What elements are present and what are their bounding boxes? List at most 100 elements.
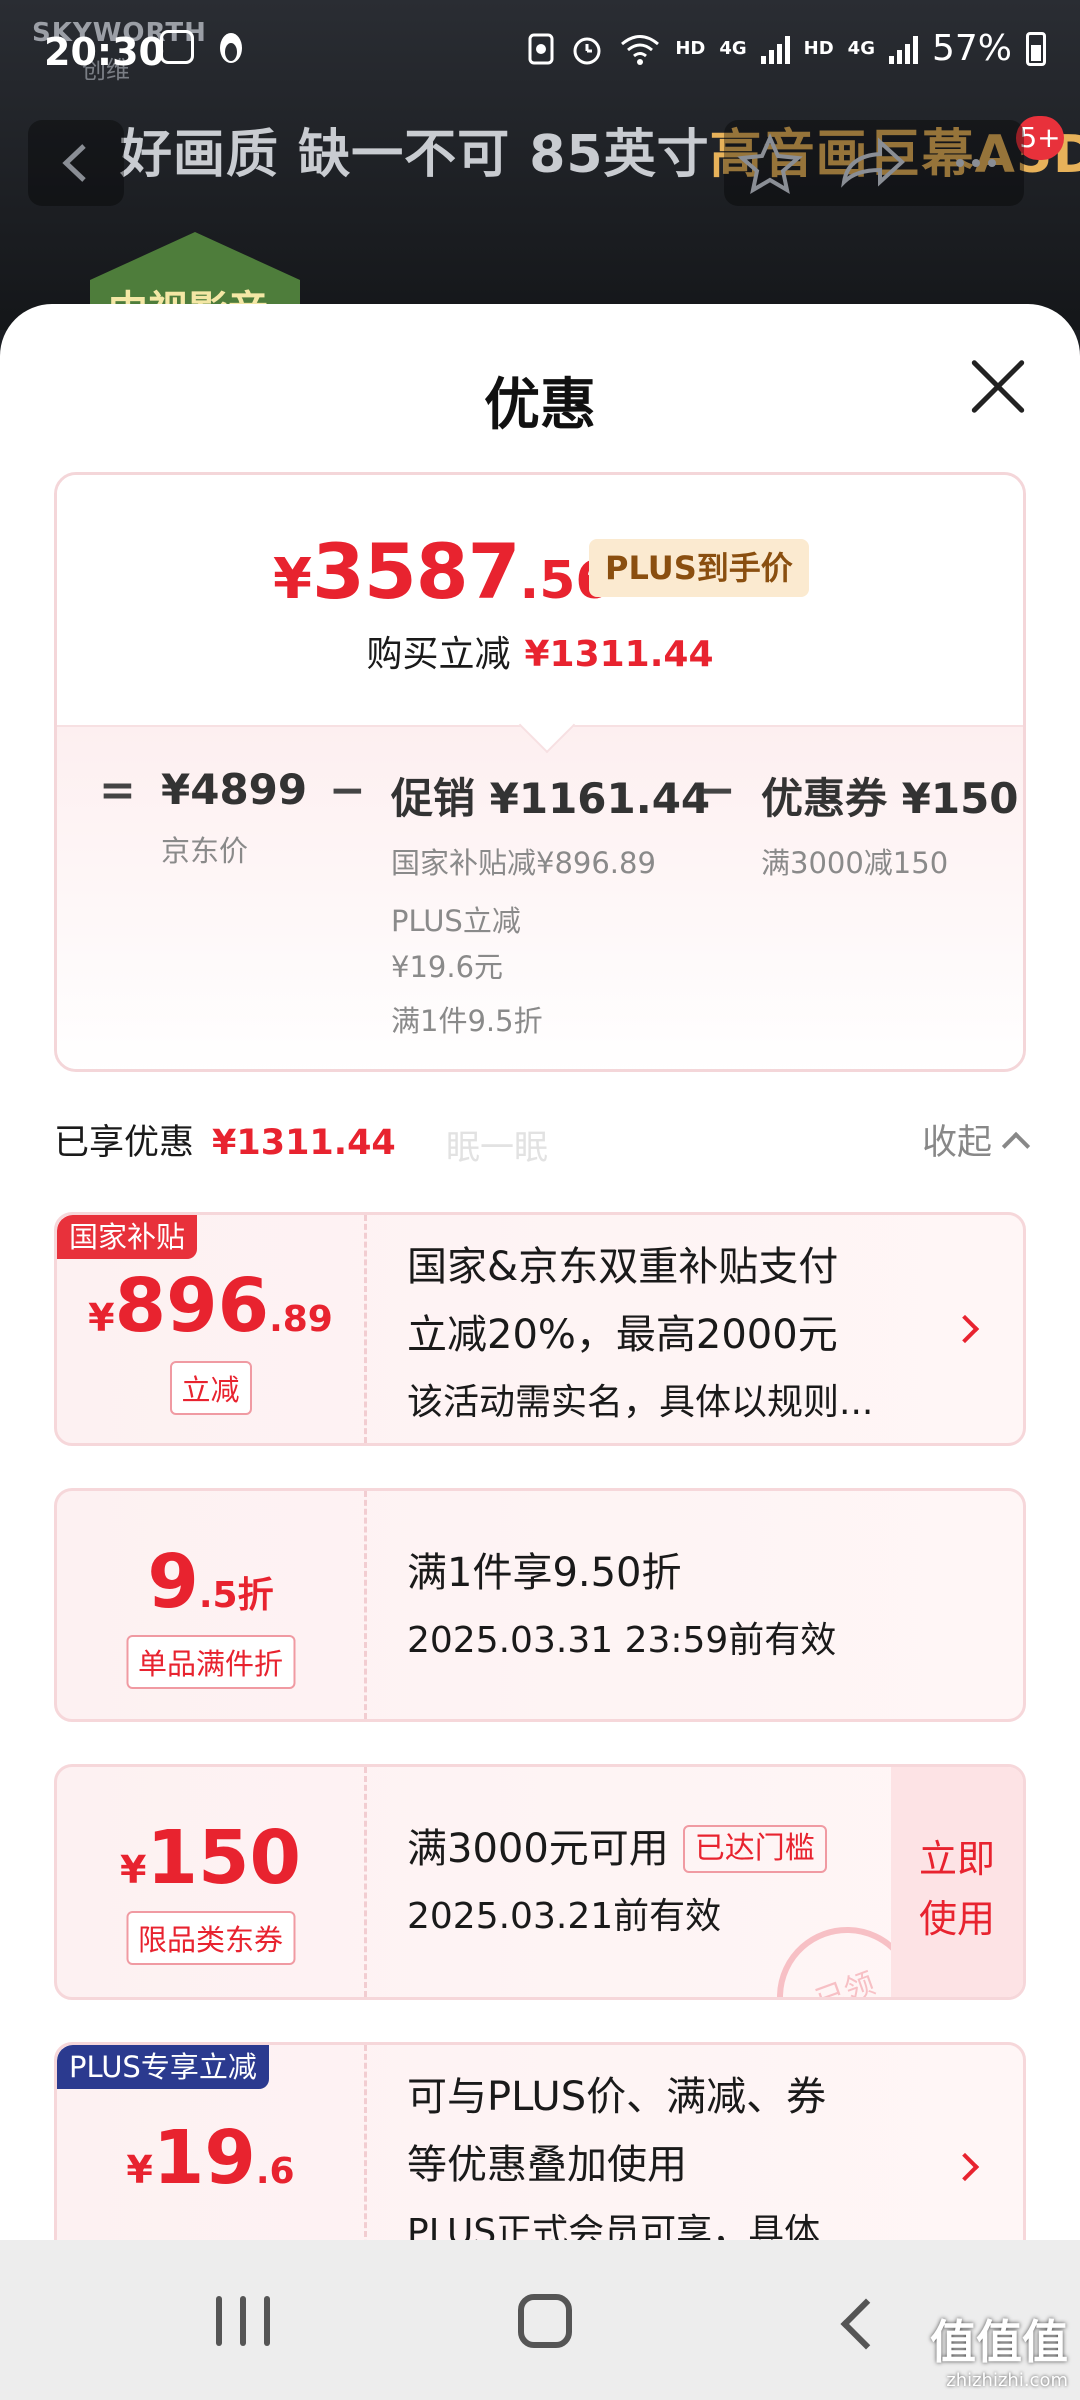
coupon150-description: 满3000元可用 已达门槛 2025.03.21前有效 xyxy=(407,1815,827,1951)
subsidy-decimal: .89 xyxy=(269,1299,333,1340)
use-now-button[interactable]: 立即 使用 xyxy=(891,1767,1023,1997)
discount-amount-area: 9.5折 单品满件折 xyxy=(57,1491,367,1719)
coupon150-amount: ¥150 xyxy=(57,1815,364,1901)
coupon-national-subsidy[interactable]: 国家补贴 ¥896.89 立减 国家&京东双重补贴支付 立减20%，最高2000… xyxy=(54,1212,1026,1446)
discount-description: 满1件享9.50折 2025.03.31 23:59前有效 xyxy=(407,1539,836,1675)
discount-line-1: 满1件享9.50折 xyxy=(407,1550,682,1596)
4g-label-2: 4G xyxy=(847,38,875,59)
jd-price-label: 京东价 xyxy=(161,834,249,868)
promo-detail-plus-amount: ¥19.6元 xyxy=(391,950,504,984)
share-icon[interactable] xyxy=(841,137,905,188)
plus-decimal: .6 xyxy=(255,2151,295,2192)
promo-detail-subsidy: 国家补贴减¥896.89 xyxy=(391,846,656,880)
app-notification-icon xyxy=(160,30,194,64)
coupon-col: 优惠券 ¥150 满3000减150 xyxy=(761,765,1019,886)
jd-price-col: ¥4899 京东价 xyxy=(161,765,307,874)
reduce-label: 购买立减 xyxy=(366,634,511,675)
coupon-amount-area: 国家补贴 ¥896.89 立减 xyxy=(57,1215,367,1443)
header-actions xyxy=(724,120,1024,206)
plus-amount-area: PLUS专享立减 ¥19.6 xyxy=(57,2045,367,2240)
plus-description: 可与PLUS价、满减、券 等优惠叠加使用 PLUS正式会员可享，具体 xyxy=(407,2063,826,2240)
coupon150-line-1: 满3000元可用 已达门槛 xyxy=(407,1815,827,1883)
plus-corner-tag: PLUS专享立减 xyxy=(57,2045,269,2089)
promo-detail-discount: 满1件9.5折 xyxy=(391,1004,543,1038)
enjoyed-discount: 已享优惠 ¥1311.44 xyxy=(54,1114,396,1165)
promo-col: 促销 ¥1161.44 国家补贴减¥896.89 PLUS立减 ¥19.6元 满… xyxy=(391,765,710,1044)
close-icon[interactable] xyxy=(968,356,1028,416)
coupon-item-discount[interactable]: 9.5折 单品满件折 满1件享9.50折 2025.03.31 23:59前有效 xyxy=(54,1488,1026,1722)
discount-integer: 9 xyxy=(147,1539,199,1625)
notification-icons xyxy=(160,30,248,66)
enjoyed-amount: ¥1311.44 xyxy=(212,1123,396,1163)
threshold-met-tag: 已达门槛 xyxy=(682,1825,827,1873)
recent-apps-icon[interactable] xyxy=(216,2296,270,2346)
watermark-text: 眠一眠 xyxy=(446,1128,548,1168)
plus-amount: ¥19.6 xyxy=(57,2115,364,2201)
minus-sign-2: − xyxy=(699,765,736,816)
plus-currency: ¥ xyxy=(126,2148,153,2192)
battery-icon xyxy=(1026,31,1046,66)
coupon150-tag: 限品类东券 xyxy=(125,1911,296,1965)
use-now-line-1: 立即 xyxy=(918,1837,995,1881)
back-icon[interactable] xyxy=(840,2298,892,2350)
discount-decimal: .5 xyxy=(198,1575,238,1616)
plus-line-1: 可与PLUS价、满减、券 xyxy=(407,2074,827,2120)
jd-price: ¥4899 xyxy=(161,765,308,814)
4g-label-1: 4G xyxy=(719,38,747,59)
coupon150-currency: ¥ xyxy=(120,1848,147,1892)
plus-price-tag: PLUS到手价 xyxy=(589,539,809,597)
back-button[interactable] xyxy=(28,120,124,206)
product-title-prefix: 好画质 缺一不可 85英寸 xyxy=(120,125,710,185)
collapse-button[interactable]: 收起 xyxy=(921,1114,1031,1165)
coupon-title: 优惠券 ¥150 xyxy=(761,774,1019,823)
site-watermark-url: zhizhizhi.com xyxy=(946,2370,1068,2391)
status-bar: 20:30 HD 4G HD 4G 57% xyxy=(0,0,1080,104)
alarm-icon xyxy=(573,37,601,64)
subsidy-amount: ¥896.89 xyxy=(57,1263,364,1349)
equals-sign: = xyxy=(99,765,136,816)
subsidy-integer: 896 xyxy=(114,1263,270,1349)
back-arrow-icon xyxy=(62,144,86,182)
home-icon[interactable] xyxy=(518,2294,572,2348)
hd-label-1: HD xyxy=(675,38,706,59)
plus-line-2: 等优惠叠加使用 xyxy=(407,2142,687,2188)
subsidy-line-1: 国家&京东双重补贴支付 xyxy=(407,1244,839,1290)
subsidy-currency: ¥ xyxy=(88,1296,115,1340)
coupon150-threshold: 满3000元可用 xyxy=(407,1826,669,1872)
use-now-line-2: 使用 xyxy=(918,1897,995,1941)
final-price-currency: ¥ xyxy=(273,547,312,612)
more-icon[interactable] xyxy=(956,159,996,167)
signal-icon-1 xyxy=(760,34,790,64)
enjoyed-label: 已享优惠 xyxy=(54,1123,195,1163)
coupon150-integer: 150 xyxy=(146,1815,301,1901)
hd-label-2: HD xyxy=(803,38,834,59)
price-summary-card: ¥ 3587 .56 PLUS到手价 购买立减 ¥1311.44 = ¥4899 … xyxy=(54,472,1026,1072)
purchase-reduce-line: 购买立减 ¥1311.44 xyxy=(57,625,1023,677)
promo-detail-plus: PLUS立减 ¥19.6元 xyxy=(391,898,710,990)
signal-icon-2 xyxy=(888,34,918,64)
subsidy-line-3: 该活动需实名，具体以规则... xyxy=(407,1382,874,1423)
qq-penguin-icon xyxy=(220,33,242,63)
system-navigation-bar: 值值值 zhizhizhi.com xyxy=(0,2240,1080,2400)
coupon-detail: 满3000减150 xyxy=(761,846,949,880)
chevron-right-icon[interactable] xyxy=(950,1314,980,1344)
favorite-star-icon[interactable] xyxy=(737,133,803,195)
chevron-up-icon xyxy=(1001,1131,1031,1160)
reduce-amount: ¥1311.44 xyxy=(524,634,714,675)
discount-amount: 9.5折 xyxy=(57,1539,364,1625)
storage-icon xyxy=(528,33,554,64)
final-price: ¥ 3587 .56 xyxy=(273,527,612,616)
status-time: 20:30 xyxy=(44,30,165,74)
subsidy-corner-tag: 国家补贴 xyxy=(57,1215,198,1259)
discount-tag: 单品满件折 xyxy=(125,1635,296,1689)
discount-line-2: 2025.03.31 23:59前有效 xyxy=(407,1620,837,1661)
chevron-right-icon[interactable] xyxy=(950,2152,980,2182)
coupon-category-150[interactable]: ¥150 限品类东券 已领 满3000元可用 已达门槛 2025.03.21前有效… xyxy=(54,1764,1026,2000)
coupon-plus-exclusive[interactable]: PLUS专享立减 ¥19.6 可与PLUS价、满减、券 等优惠叠加使用 PLUS… xyxy=(54,2042,1026,2240)
collapse-label: 收起 xyxy=(921,1123,992,1163)
sheet-title: 优惠 xyxy=(484,373,596,438)
promo-title: 促销 ¥1161.44 xyxy=(391,774,711,823)
plus-integer: 19 xyxy=(152,2115,256,2201)
promo-detail-plus-label: PLUS立减 xyxy=(391,904,521,938)
subsidy-tag: 立减 xyxy=(169,1361,252,1415)
